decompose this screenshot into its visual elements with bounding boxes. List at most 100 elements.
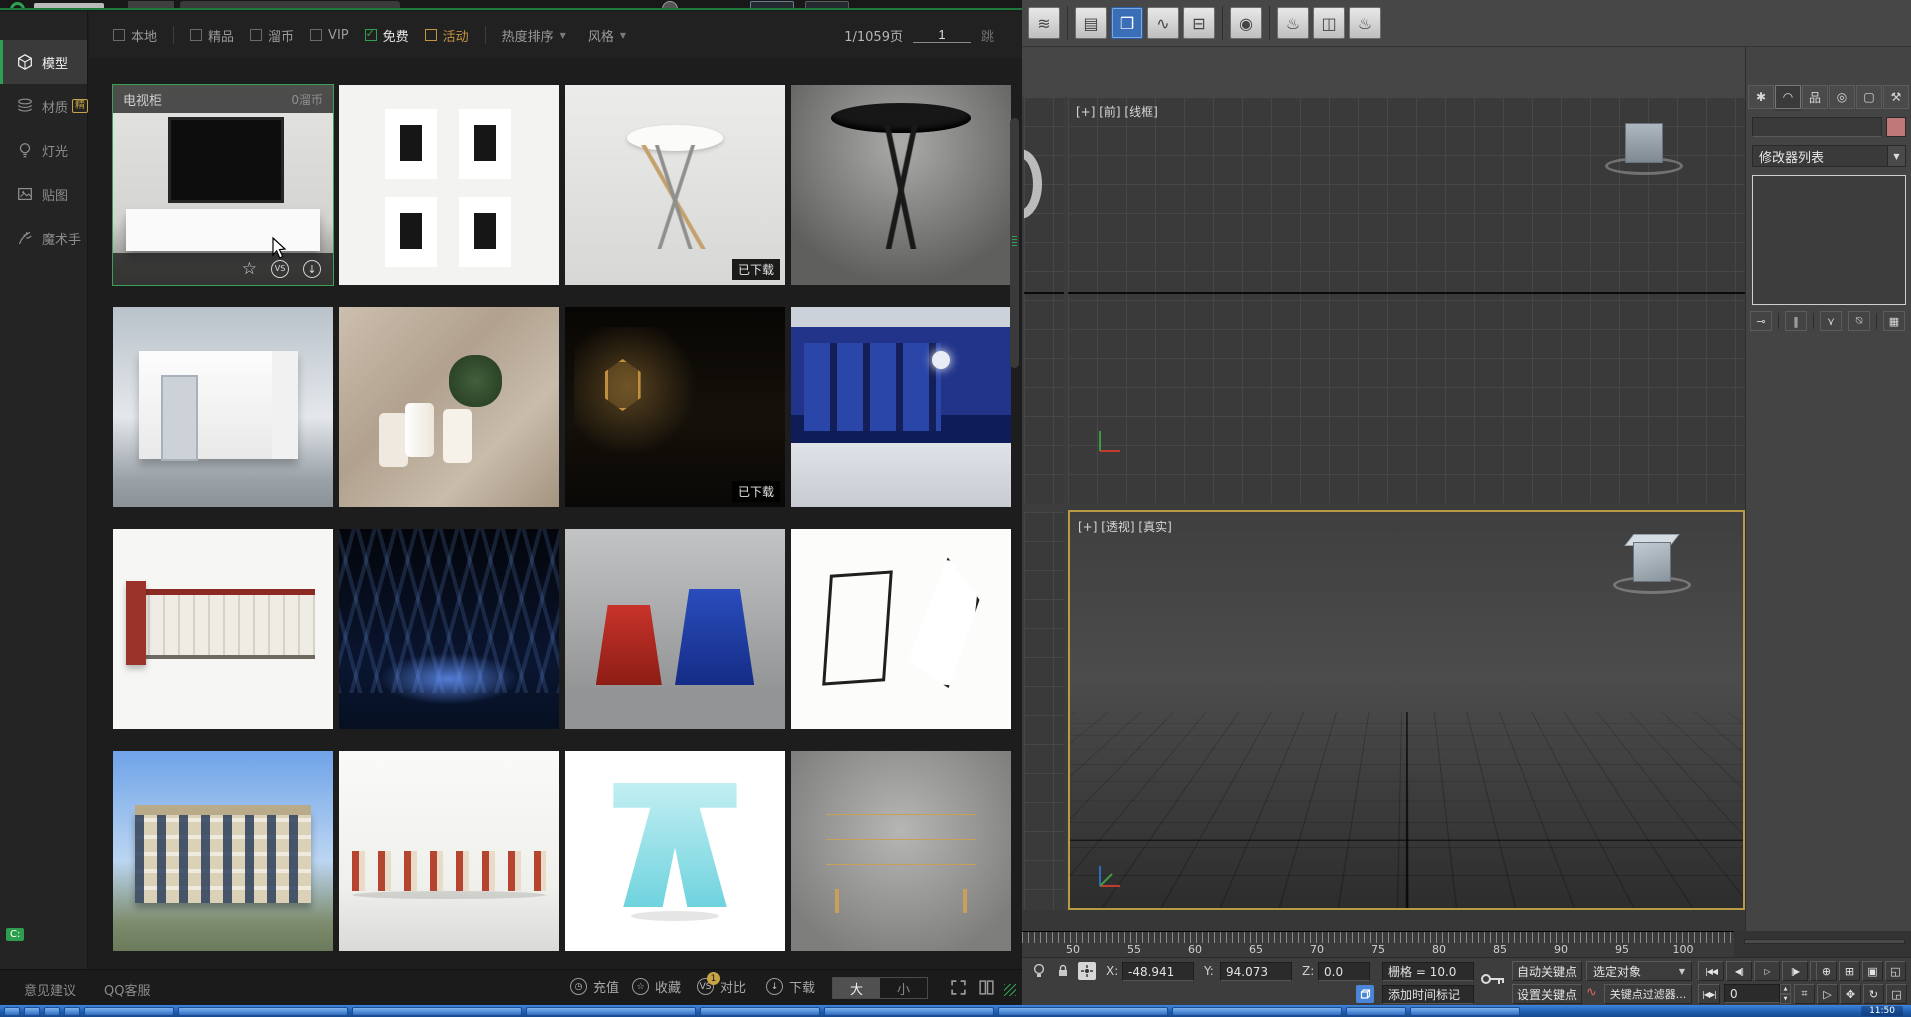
viewport-left-top-sliver[interactable] xyxy=(1024,97,1064,503)
modifier-list-dropdown[interactable]: 修改器列表 ▼ xyxy=(1752,145,1906,167)
taskbar-window-button[interactable] xyxy=(998,1007,1168,1016)
viewport-left-bottom-sliver[interactable] xyxy=(1024,512,1064,910)
taskbar-quicklaunch-icon[interactable] xyxy=(44,1007,60,1016)
filter-checkbox-免费[interactable]: 免费 xyxy=(365,26,409,45)
viewport-front-label[interactable]: [+] [前] [线框] xyxy=(1076,103,1158,120)
remove-modifier-button[interactable]: ⍉ xyxy=(1848,311,1870,331)
transform-gizmo-icon[interactable] xyxy=(1078,962,1096,980)
pin-stack-button[interactable]: ⊸ xyxy=(1750,311,1772,331)
isolate-bulb-icon[interactable] xyxy=(1030,962,1048,980)
zoom-region-button[interactable]: ⌗ xyxy=(1794,984,1815,1004)
add-time-tag[interactable]: 添加时间标记 xyxy=(1382,985,1474,1004)
viewport-front[interactable]: [+] [前] [线框] xyxy=(1068,97,1745,503)
y-coordinate-field[interactable]: 94.073 xyxy=(1220,962,1292,981)
model-card-wire-art-decor[interactable] xyxy=(791,529,1011,729)
viewcube-icon[interactable] xyxy=(1601,119,1687,185)
modify-tab[interactable]: ◠ xyxy=(1775,85,1801,109)
mirror-icon[interactable]: ≋ xyxy=(1028,7,1060,39)
model-card-marble-vases[interactable] xyxy=(339,307,559,507)
taskbar-window-button[interactable] xyxy=(824,1007,994,1016)
sidebar-item-picture[interactable]: 贴图 xyxy=(0,172,87,216)
utilities-tab[interactable]: ⚒ xyxy=(1883,85,1909,109)
display-tab[interactable]: ▢ xyxy=(1856,85,1882,109)
filter-checkbox-VIP[interactable]: VIP xyxy=(310,28,349,43)
grid-scrollbar[interactable] xyxy=(1010,118,1019,368)
key-filters-button[interactable]: 关键点过滤器... xyxy=(1604,984,1692,1004)
z-coordinate-field[interactable]: 0.0 xyxy=(1318,962,1370,981)
sidebar-item-cube[interactable]: 模型 xyxy=(0,40,87,84)
page-jump-button[interactable]: 跳 xyxy=(981,26,994,45)
selection-lock-icon[interactable] xyxy=(1054,962,1072,980)
model-card-blue-exhibition-hall[interactable] xyxy=(791,307,1011,507)
settings-button[interactable] xyxy=(805,1,849,10)
sidebar-item-bulb[interactable]: 灯光 xyxy=(0,128,87,172)
pan-button[interactable]: ✥ xyxy=(1840,984,1861,1004)
taskbar-window-button[interactable] xyxy=(526,1007,696,1016)
收藏-button[interactable]: ☆收藏 xyxy=(632,977,681,996)
download-icon[interactable]: ↓ xyxy=(303,260,321,278)
model-card-dark-sideboard[interactable] xyxy=(791,751,1011,951)
taskbar-quicklaunch-icon[interactable] xyxy=(24,1007,40,1016)
star-icon[interactable]: ☆ xyxy=(242,261,257,278)
avatar[interactable] xyxy=(662,1,678,10)
zoom-extents-all-button[interactable]: ◱ xyxy=(1885,961,1906,981)
sidebar-item-layers[interactable]: 材质精 xyxy=(0,84,87,128)
page-input[interactable] xyxy=(913,27,971,43)
model-card-framed-wall-art[interactable] xyxy=(339,85,559,285)
model-card-black-tray-table[interactable] xyxy=(791,85,1011,285)
next-frame-button[interactable]: ‖▶ xyxy=(1782,961,1808,981)
taskbar-quicklaunch-icon[interactable] xyxy=(64,1007,80,1016)
feedback-link[interactable]: 意见建议 xyxy=(24,980,76,999)
motion-tab[interactable]: ◎ xyxy=(1829,85,1855,109)
sidebar-item-magic-hand[interactable]: 魔术手 xyxy=(0,216,87,260)
viewcube-icon[interactable] xyxy=(1609,538,1695,604)
two-column-layout-icon[interactable] xyxy=(978,979,995,996)
zoom-button[interactable]: ⊕ xyxy=(1816,961,1837,981)
qq-support-link[interactable]: QQ客服 xyxy=(104,980,150,999)
search-input[interactable] xyxy=(180,1,400,10)
timeline-ruler[interactable]: 50556065707580859095100 xyxy=(1022,931,1734,957)
asset-folder-icon[interactable]: ❒ xyxy=(1111,7,1143,39)
chevron-down-icon[interactable]: ▼ xyxy=(1887,146,1905,166)
fullscreen-icon[interactable] xyxy=(950,979,967,996)
key-mode-toggle-button[interactable]: |◀▶| xyxy=(1698,984,1720,1004)
taskbar-window-button[interactable] xyxy=(178,1007,348,1016)
model-card-teal-abstract-table[interactable] xyxy=(565,751,785,951)
taskbar-window-button[interactable] xyxy=(352,1007,522,1016)
sort-dropdown-风格[interactable]: 风格▼ xyxy=(588,26,626,45)
zoom-extents-button[interactable]: ▣ xyxy=(1862,961,1883,981)
model-card-memorial-wall[interactable] xyxy=(113,529,333,729)
model-card-stage-lighting[interactable] xyxy=(339,529,559,729)
filter-checkbox-溜币[interactable]: 溜币 xyxy=(250,26,294,45)
model-card-plastic-stools[interactable] xyxy=(565,529,785,729)
size-large-button[interactable]: 大 xyxy=(833,978,880,998)
new-key-curve-icon[interactable]: ∿ xyxy=(1586,985,1597,1000)
previous-frame-button[interactable]: ◀‖ xyxy=(1726,961,1752,981)
sort-dropdown-热度排序[interactable]: 热度排序▼ xyxy=(502,26,566,45)
filter-checkbox-活动[interactable]: 活动 xyxy=(425,26,469,45)
x-coordinate-field[interactable]: -48.941 xyxy=(1122,962,1194,981)
object-name-input[interactable] xyxy=(1752,117,1882,137)
frame-spinner[interactable]: ▲▼ xyxy=(1780,984,1791,1004)
taskbar-window-button[interactable] xyxy=(1172,1007,1342,1016)
create-tab[interactable]: ✱ xyxy=(1748,85,1774,109)
auto-key-button[interactable]: 自动关键点 xyxy=(1512,961,1582,981)
size-small-button[interactable]: 小 xyxy=(880,978,927,998)
充值-button[interactable]: ◷充值 xyxy=(570,977,619,996)
taskbar-window-button[interactable] xyxy=(700,1007,820,1016)
taskbar-quicklaunch-icon[interactable] xyxy=(4,1007,20,1016)
schematic-view-icon[interactable]: ⊟ xyxy=(1183,7,1215,39)
model-card-gold-hex-corridor[interactable]: 已下载 xyxy=(565,307,785,507)
model-card-tv-cabinet[interactable]: 电视柜0溜币☆VS↓ xyxy=(113,85,333,285)
isolate-cube-icon[interactable] xyxy=(1356,985,1374,1003)
render-setup-icon[interactable]: ♨ xyxy=(1277,7,1309,39)
field-of-view-button[interactable]: ▷ xyxy=(1817,984,1838,1004)
rendered-frame-icon[interactable]: ◫ xyxy=(1313,7,1345,39)
zoom-all-button[interactable]: ⊞ xyxy=(1839,961,1860,981)
object-color-swatch[interactable] xyxy=(1886,117,1906,137)
layer-manager-icon[interactable]: ▤ xyxy=(1075,7,1107,39)
model-card-white-kiosk[interactable] xyxy=(113,307,333,507)
下载-button[interactable]: ↓下载 xyxy=(766,977,815,996)
resize-grip[interactable] xyxy=(1004,984,1016,996)
taskbar-window-button[interactable] xyxy=(1410,1007,1520,1016)
